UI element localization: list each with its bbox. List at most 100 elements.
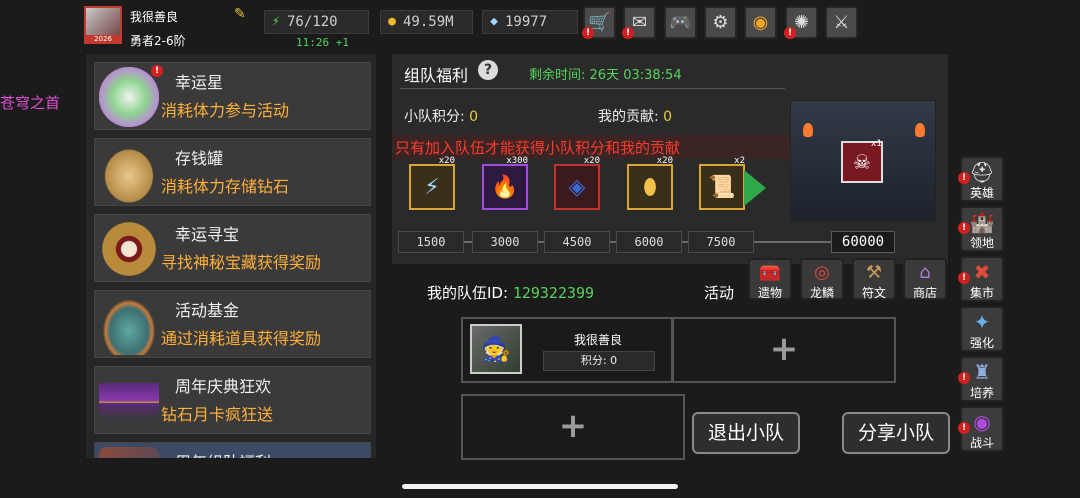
chip-label: 符文: [861, 286, 886, 300]
activity-list[interactable]: ! 幸运星 消耗体力参与活动 存钱罐 消耗体力存储钻石 幸运寻宝 寻找神秘宝藏获…: [84, 52, 378, 460]
reward-fire-staff[interactable]: 🔥 x300: [482, 156, 528, 210]
milestone-connector: [754, 241, 831, 243]
avatar-level: 2026: [86, 35, 120, 43]
battle-button[interactable]: ⚔: [825, 6, 858, 39]
help-icon[interactable]: ?: [478, 60, 498, 80]
alert-icon: !: [151, 65, 163, 77]
color-wheel-icon: ◉: [752, 12, 769, 33]
lightning-icon: ⚡: [424, 174, 440, 200]
firework-button[interactable]: ✺!: [784, 6, 818, 39]
leave-team-button[interactable]: 退出小队: [692, 412, 800, 454]
activity-item-fund[interactable]: 活动基金 通过消耗道具获得奖励: [94, 290, 371, 358]
hero-button[interactable]: ⛑ 英雄!: [958, 156, 1004, 202]
rune-icon: ⚒: [865, 262, 883, 283]
player-name: 我很善良: [130, 10, 179, 24]
alert-icon: !: [958, 172, 970, 184]
gold-counter: ● 49.59M: [380, 10, 473, 34]
side-cut-label: 苍穹之首: [0, 94, 61, 112]
blue-gem-icon: ◈: [568, 174, 586, 200]
torch-icon: [803, 123, 813, 137]
milestone: 7500: [688, 231, 754, 253]
team-slot-empty[interactable]: +: [461, 394, 685, 460]
activity-item-lucky-treasure[interactable]: 幸运寻宝 寻找神秘宝藏获得奖励: [94, 214, 371, 282]
activity-label: 活动: [704, 284, 735, 302]
diamond-value: 19977: [505, 14, 548, 30]
join-warning: 只有加入队伍才能获得小队积分和我的贡献: [395, 139, 681, 157]
relic-button[interactable]: 🧰 遗物: [748, 258, 792, 300]
gamepad-icon: 🎮: [669, 12, 692, 33]
settings-button[interactable]: ⚙: [704, 6, 737, 39]
reward-lightning[interactable]: ⚡ x20: [409, 156, 455, 210]
gamepad-button[interactable]: 🎮: [664, 6, 697, 39]
golden-egg-icon: ⬮: [643, 174, 657, 200]
team-score-value: 0: [469, 109, 479, 125]
stamina-timer: 11:26 +1: [296, 36, 349, 49]
add-member-icon: +: [558, 406, 588, 446]
player-rank: 勇者2-6阶: [130, 34, 186, 48]
activity-item-piggy-bank[interactable]: 存钱罐 消耗体力存储钻石: [94, 138, 371, 206]
torch-icon: [915, 123, 925, 137]
shop-icon: ⌂: [919, 262, 931, 283]
member-score: 积分: 0: [543, 351, 655, 371]
player-avatar[interactable]: 2026: [84, 6, 122, 44]
menu-label: 强化: [969, 336, 994, 350]
activity-item-lucky-star[interactable]: ! 幸运星 消耗体力参与活动: [94, 62, 371, 130]
color-wheel-button[interactable]: ◉: [744, 6, 777, 39]
alert-icon: !: [622, 27, 634, 39]
boss-scene: ☠ x1: [790, 100, 936, 222]
remaining-time: 剩余时间: 26天 03:38:54: [529, 64, 682, 83]
territory-button[interactable]: 🏰 领地!: [958, 206, 1004, 252]
mail-button[interactable]: ✉!: [622, 6, 656, 39]
member-name: 我很善良: [574, 333, 623, 347]
team-score: 小队积分: 0: [404, 106, 478, 126]
rune-button[interactable]: ⚒ 符文: [852, 258, 896, 300]
chip-label: 遗物: [757, 286, 782, 300]
treasure-icon: [99, 219, 159, 279]
scroll-icon: 📜: [708, 174, 736, 200]
piggy-bank-icon: [99, 143, 159, 203]
remaining-label: 剩余时间:: [529, 68, 586, 83]
next-arrow-icon[interactable]: [744, 170, 766, 206]
train-button[interactable]: ♜ 培养!: [958, 356, 1004, 402]
team-icon: [99, 447, 159, 458]
reward-qty: x20: [438, 156, 455, 166]
menu-label: 战斗: [969, 436, 994, 450]
lightning-icon: ⚡: [272, 14, 280, 29]
edit-name-icon[interactable]: ✎: [234, 7, 250, 21]
team-score-label: 小队积分:: [404, 109, 465, 125]
milestone: 6000: [616, 231, 682, 253]
remaining-value: 26天 03:38:54: [589, 68, 682, 83]
enhance-icon: ✦: [973, 310, 991, 334]
team-id-value: 129322399: [512, 284, 595, 302]
share-team-button[interactable]: 分享小队: [842, 412, 950, 454]
team-id-label: 我的队伍ID:: [427, 284, 509, 302]
activity-item-team-welfare[interactable]: 周年组队福利: [94, 442, 371, 458]
home-indicator[interactable]: [402, 484, 678, 489]
reward-golden-egg[interactable]: ⬮ x20: [627, 156, 673, 210]
shop-button[interactable]: ⌂ 商店: [903, 258, 947, 300]
diamond-counter: ◆ 19977: [482, 10, 578, 34]
enhance-button[interactable]: ✦ 强化: [960, 306, 1004, 352]
team-slot-empty[interactable]: +: [672, 317, 896, 383]
firework-icon: ✺: [793, 12, 810, 33]
mail-icon: ✉: [631, 12, 648, 33]
settings-gear-icon: ⚙: [712, 12, 729, 33]
contrib-label: 我的贡献:: [598, 109, 659, 125]
reward-blue-gem[interactable]: ◈ x20: [554, 156, 600, 210]
battle-menu-button[interactable]: ◉ 战斗!: [958, 406, 1004, 452]
alert-icon: !: [582, 27, 594, 39]
activity-desc: 消耗体力存储钻石: [161, 177, 290, 196]
activity-title: 幸运星: [175, 73, 224, 92]
milestone: 3000: [472, 231, 538, 253]
activity-title: 活动基金: [175, 301, 240, 320]
menu-label: 领地: [969, 236, 994, 250]
activity-desc: 通过消耗道具获得奖励: [161, 329, 322, 348]
market-button[interactable]: ✖ 集市!: [958, 256, 1004, 302]
reward-scroll[interactable]: 📜 x2: [699, 156, 745, 210]
member-avatar: 🧙: [470, 324, 522, 374]
milestone-connector: [464, 241, 472, 243]
fire-staff-icon: 🔥: [491, 174, 519, 200]
shop-cart-button[interactable]: 🛒!: [582, 6, 616, 39]
dragon-scale-button[interactable]: ◎ 龙鳞: [800, 258, 844, 300]
activity-item-anniversary[interactable]: 周年庆典狂欢 钻石月卡疯狂送: [94, 366, 371, 434]
